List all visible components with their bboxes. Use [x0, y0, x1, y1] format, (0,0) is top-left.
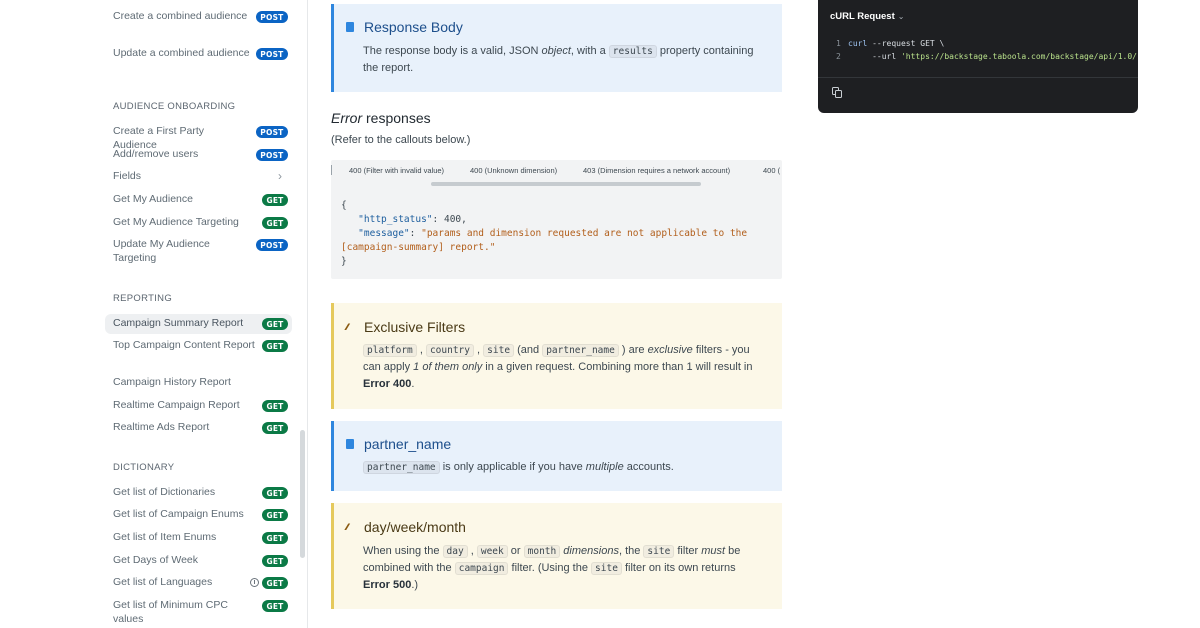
error-tabs: 400 (Filter with invalid value) 400 (Unk… — [331, 160, 782, 180]
divider — [818, 77, 1138, 78]
info-icon[interactable] — [250, 578, 259, 587]
sidebar-item-get-list-of-dictionaries[interactable]: Get list of Dictionaries GET — [105, 486, 292, 500]
bookmark-icon — [346, 439, 354, 449]
method-badge: GET — [262, 577, 288, 589]
callout-body: partner_name is only applicable if you h… — [363, 459, 754, 476]
chevron-right-icon: › — [278, 169, 282, 183]
sidebar-item-update-combined-audience[interactable]: Update a combined audience POST — [105, 47, 292, 61]
error-responses-heading: Error responses — [331, 110, 431, 126]
sidebar-item-campaign-summary-report[interactable]: Campaign Summary Report GET — [105, 314, 292, 334]
method-badge: POST — [255, 126, 288, 138]
method-badge: GET — [262, 555, 288, 567]
sidebar-item-realtime-campaign-report[interactable]: Realtime Campaign Report GET — [105, 399, 292, 413]
bookmark-icon — [346, 22, 354, 32]
curl-language-selector[interactable]: cURL Request ⌄ — [830, 11, 904, 22]
sidebar-item-campaign-history-report[interactable]: Campaign History Report — [105, 376, 292, 390]
curl-request-panel: cURL Request ⌄ 1 curl --request GET \ 2 --… — [818, 0, 1138, 113]
sidebar: Create a combined audience POST Update a… — [0, 0, 308, 628]
sidebar-item-top-campaign-content-report[interactable]: Top Campaign Content Report GET — [105, 339, 292, 353]
method-badge: GET — [262, 487, 288, 499]
tabs-scrollbar[interactable] — [431, 182, 701, 186]
copy-icon[interactable] — [832, 87, 843, 98]
tab-400-more[interactable]: 400 ( — [763, 166, 780, 175]
section-heading-reporting: REPORTING — [113, 293, 173, 304]
sidebar-item-get-list-of-item-enums[interactable]: Get list of Item Enums GET — [105, 531, 292, 545]
method-badge: GET — [262, 194, 288, 206]
error-json: { "http_status": 400, "message": "params… — [341, 200, 748, 267]
tab-403-network-account[interactable]: 403 (Dimension requires a network accoun… — [583, 166, 730, 175]
method-badge: GET — [262, 340, 288, 352]
sidebar-item-get-my-audience-targeting[interactable]: Get My Audience Targeting GET — [105, 216, 292, 230]
method-badge: GET — [262, 600, 288, 612]
sidebar-item-update-my-audience-targeting[interactable]: Update My Audience Targeting POST — [105, 238, 292, 265]
sidebar-item-get-list-of-languages[interactable]: Get list of Languages GET — [105, 576, 292, 590]
chevron-down-icon: ⌄ — [897, 12, 905, 21]
method-badge: POST — [255, 11, 288, 23]
callout-title: partner_name — [364, 436, 452, 452]
sidebar-item-get-my-audience[interactable]: Get My Audience GET — [105, 193, 292, 207]
sidebar-item-add-remove-users[interactable]: Add/remove users POST — [105, 148, 292, 162]
tab-400-unknown-dimension[interactable]: 400 (Unknown dimension) — [470, 166, 557, 175]
pin-icon: ⁄⁄⁄ — [346, 322, 348, 332]
sidebar-item-get-days-of-week[interactable]: Get Days of Week GET — [105, 554, 292, 568]
sidebar-item-create-combined-audience[interactable]: Create a combined audience POST — [105, 10, 292, 24]
method-badge: GET — [262, 509, 288, 521]
pin-icon: ⁄⁄⁄ — [346, 522, 348, 532]
curl-code: 1 curl --request GET \ 2 --url 'https://b… — [836, 39, 1137, 61]
sidebar-item-get-list-of-campaign-enums[interactable]: Get list of Campaign Enums GET — [105, 508, 292, 522]
exclusive-filters-callout: ⁄⁄⁄ Exclusive Filters platform , country… — [331, 303, 782, 409]
sidebar-item-get-list-of-minimum-cpc-values[interactable]: Get list of Minimum CPC values GET — [105, 599, 292, 626]
method-badge: POST — [255, 149, 288, 161]
method-badge: GET — [262, 400, 288, 412]
sidebar-scrollbar[interactable] — [300, 430, 305, 558]
response-body-callout: Response Body The response body is a val… — [331, 4, 782, 92]
callout-title: day/week/month — [364, 519, 466, 535]
tab-400-invalid-value[interactable]: 400 (Filter with invalid value) — [349, 166, 444, 175]
callout-body: platform , country , site (and partner_n… — [363, 344, 753, 390]
method-badge: POST — [255, 48, 288, 60]
method-badge: POST — [255, 239, 288, 251]
sidebar-item-realtime-ads-report[interactable]: Realtime Ads Report GET — [105, 421, 292, 435]
callout-body: The response body is a valid, JSON objec… — [363, 45, 754, 74]
callout-title: Exclusive Filters — [364, 319, 466, 335]
method-badge: GET — [262, 217, 288, 229]
method-badge: GET — [262, 318, 288, 330]
error-responses-subtext: (Refer to the callouts below.) — [331, 134, 471, 146]
method-badge: GET — [262, 532, 288, 544]
callout-title: Response Body — [364, 19, 463, 35]
error-code-block: 400 (Filter with invalid value) 400 (Unk… — [331, 160, 782, 279]
partner-name-callout: partner_name partner_name is only applic… — [331, 421, 782, 491]
callout-body: When using the day , week or month dimen… — [363, 545, 741, 591]
section-heading-audience-onboarding: AUDIENCE ONBOARDING — [113, 101, 236, 112]
method-badge: GET — [262, 422, 288, 434]
tab-divider — [331, 165, 332, 175]
sidebar-item-fields[interactable]: Fields › — [105, 170, 292, 184]
section-heading-dictionary: DICTIONARY — [113, 462, 175, 473]
day-week-month-callout: ⁄⁄⁄ day/week/month When using the day , … — [331, 503, 782, 609]
